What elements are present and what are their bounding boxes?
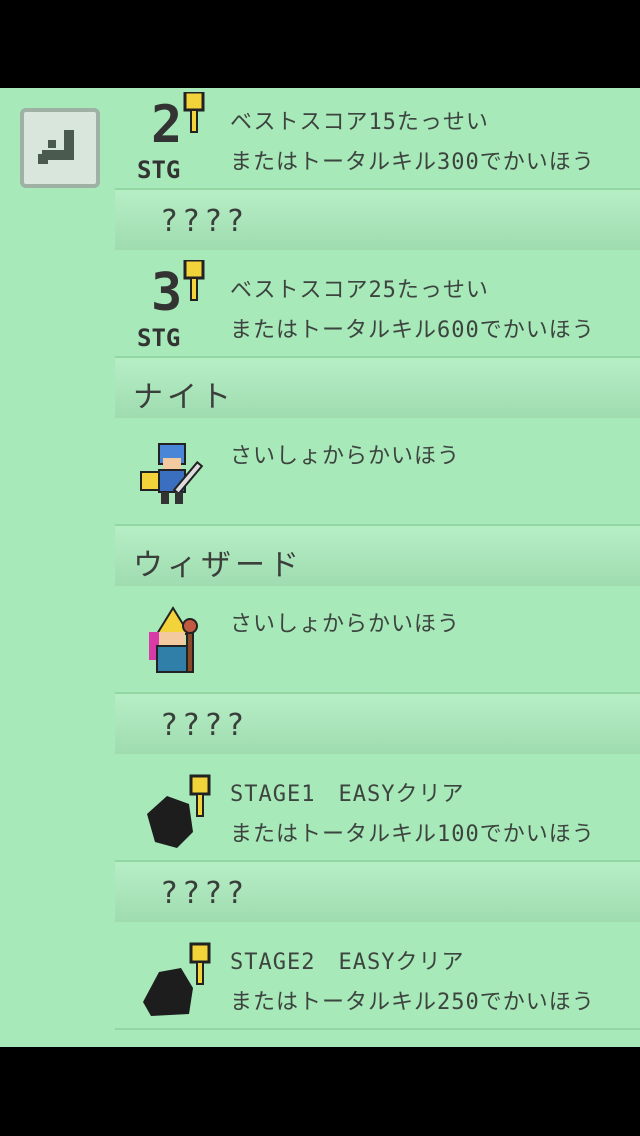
unlock-list: ???? 2 STG ベストスコア15たっせい またはトータルキル300でかいほ… [115, 88, 640, 1030]
unlock-list-screen: ???? 2 STG ベストスコア15たっせい またはトータルキル300でかいほ… [0, 88, 640, 1047]
knight-icon [140, 443, 204, 504]
svg-text:STG: STG [137, 156, 180, 182]
unlock-condition-alt: またはトータルキル600でかいほう [230, 318, 595, 343]
unlock-condition: ベストスコア15たっせい [230, 110, 489, 135]
stage-3-key-icon: 3 STG [137, 260, 205, 350]
status-bar [0, 0, 640, 88]
locked-character-key-icon [143, 942, 211, 1016]
entry-title: ???? [160, 708, 249, 743]
list-item[interactable]: ウィザード さいしょからかいほう [115, 526, 640, 694]
svg-text:STG: STG [137, 324, 180, 350]
stage-2-key-icon: 2 STG [137, 92, 205, 182]
unlock-condition-alt: またはトータルキル250でかいほう [230, 990, 595, 1015]
entry-title: ナイト [133, 380, 235, 415]
unlock-condition: さいしょからかいほう [230, 444, 461, 469]
unlock-condition-alt: またはトータルキル300でかいほう [230, 150, 595, 175]
entry-title: ウィザード [133, 548, 303, 583]
bottom-bar [0, 1047, 640, 1136]
unlock-condition: STAGE1 EASYクリア [230, 782, 465, 807]
locked-character-key-icon [147, 774, 211, 848]
wizard-icon [149, 606, 198, 673]
entry-title: ???? [160, 204, 249, 239]
svg-text:3: 3 [151, 263, 182, 323]
unlock-condition-alt: またはトータルキル100でかいほう [230, 822, 595, 847]
list-item[interactable]: ???? STAGE2 EASYクリア またはトータルキル250でかいほう [115, 862, 640, 1030]
entry-title: ???? [160, 876, 249, 911]
list-item[interactable]: ???? 2 STG ベストスコア15たっせい またはトータルキル300でかいほ… [115, 88, 640, 190]
unlock-condition: ベストスコア25たっせい [230, 278, 489, 303]
back-arrow-icon [38, 130, 74, 164]
unlock-condition: STAGE2 EASYクリア [230, 950, 465, 975]
list-item[interactable]: ???? STAGE1 EASYクリア またはトータルキル100でかいほう [115, 694, 640, 862]
list-item[interactable]: ナイト さいしょからかいほう [115, 358, 640, 526]
unlock-condition: さいしょからかいほう [230, 612, 461, 637]
svg-text:2: 2 [151, 95, 182, 155]
back-button[interactable] [20, 108, 100, 188]
list-item[interactable]: ???? 3 STG ベストスコア25たっせい またはトータルキル600でかいほ… [115, 190, 640, 358]
